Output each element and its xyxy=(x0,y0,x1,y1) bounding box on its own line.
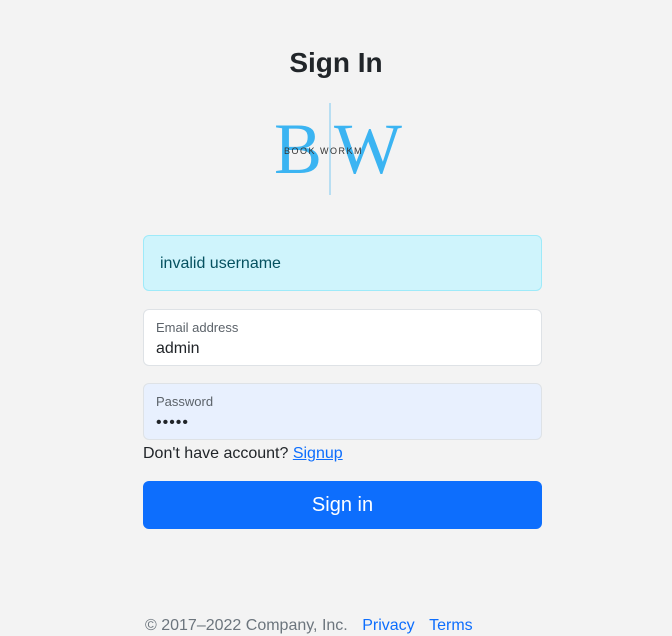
signup-row: Don't have account? Signup xyxy=(143,443,542,465)
error-alert: invalid username xyxy=(143,235,542,291)
footer: © 2017–2022 Company, Inc. Privacy Terms xyxy=(145,616,473,636)
signup-prompt: Don't have account? xyxy=(143,445,289,462)
email-label: Email address xyxy=(156,320,239,335)
password-input[interactable]: ••••• xyxy=(156,412,529,434)
page-title: Sign In xyxy=(289,47,383,78)
password-label: Password xyxy=(156,394,214,409)
sign-in-button[interactable]: Sign in xyxy=(143,481,542,529)
brand-logo: B W BOOK WORKM xyxy=(274,103,402,195)
alert-message: invalid username xyxy=(160,255,281,272)
email-input[interactable]: admin xyxy=(156,338,529,360)
logo-wordmark: BOOK WORKM xyxy=(284,146,363,156)
email-field[interactable]: Email address admin xyxy=(143,309,542,366)
signup-link[interactable]: Signup xyxy=(293,445,343,462)
password-field[interactable]: Password ••••• xyxy=(143,383,542,440)
